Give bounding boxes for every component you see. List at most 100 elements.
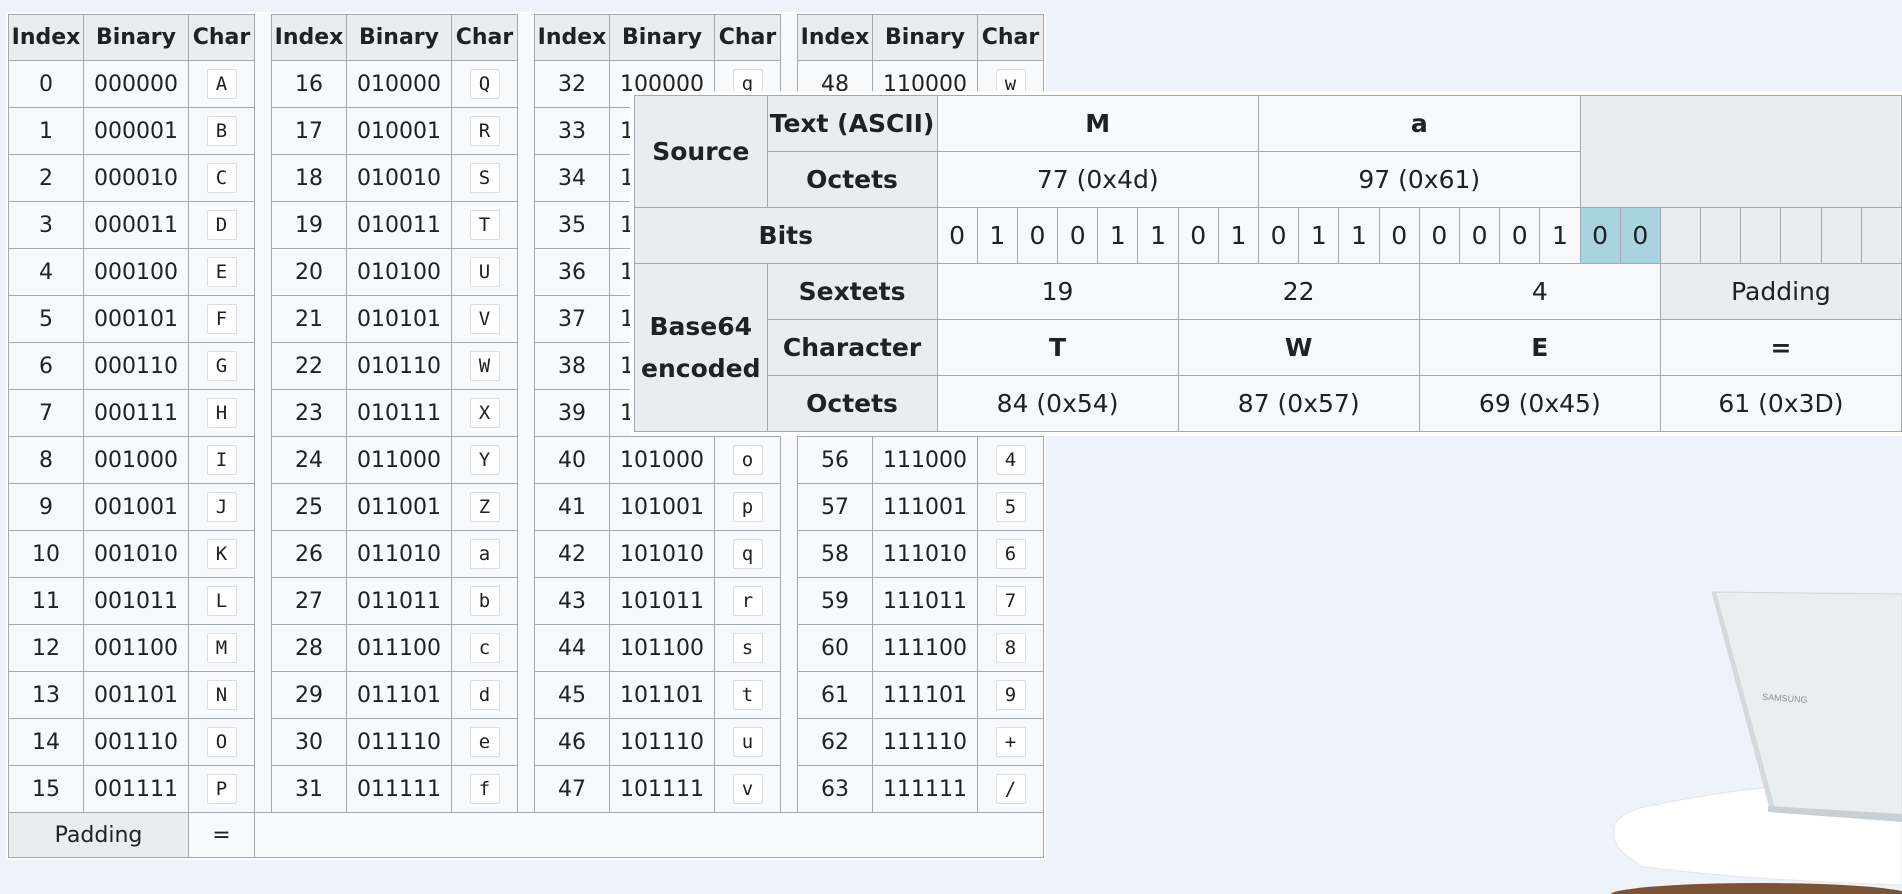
index-cell: 39 bbox=[534, 389, 610, 437]
char-code: q bbox=[732, 539, 763, 569]
bit-cell: 0 bbox=[1177, 207, 1219, 264]
group-gap bbox=[517, 295, 535, 343]
char-code: I bbox=[206, 445, 237, 475]
char-cell: a bbox=[451, 530, 518, 578]
char-code: v bbox=[732, 774, 763, 804]
binary-cell: 011100 bbox=[346, 624, 452, 672]
group-gap bbox=[517, 483, 535, 531]
padding-row-blank bbox=[254, 812, 1044, 858]
binary-cell: 000001 bbox=[83, 107, 189, 155]
binary-cell: 000000 bbox=[83, 60, 189, 108]
char-cell: V bbox=[451, 295, 518, 343]
char-cell: s bbox=[714, 624, 781, 672]
char-code: Q bbox=[469, 69, 500, 99]
char-code: W bbox=[469, 351, 500, 381]
index-cell: 63 bbox=[797, 765, 873, 813]
char-code: L bbox=[206, 586, 237, 616]
index-cell: 3 bbox=[8, 201, 84, 249]
char-cell: N bbox=[188, 671, 255, 719]
source-octets-label: Octets bbox=[766, 151, 938, 208]
sextet-padding: Padding bbox=[1659, 263, 1902, 320]
char-code: M bbox=[206, 633, 237, 663]
group-gap bbox=[254, 483, 272, 531]
text-ascii-label: Text (ASCII) bbox=[766, 95, 938, 152]
table-row: 9 001001 J 25 011001 Z 41 101001 p 57 111001 5 bbox=[8, 483, 1044, 531]
char-cell: C bbox=[188, 154, 255, 202]
binary-cell: 010101 bbox=[346, 295, 452, 343]
binary-cell: 011010 bbox=[346, 530, 452, 578]
char-cell: Z bbox=[451, 483, 518, 531]
index-cell: 31 bbox=[271, 765, 347, 813]
index-cell: 42 bbox=[534, 530, 610, 578]
binary-cell: 111010 bbox=[872, 530, 978, 578]
char-cell: H bbox=[188, 389, 255, 437]
char-cell: S bbox=[451, 154, 518, 202]
binary-cell: 011101 bbox=[346, 671, 452, 719]
char-code: c bbox=[469, 633, 500, 663]
char-code: u bbox=[732, 727, 763, 757]
char-code: o bbox=[732, 445, 763, 475]
index-cell: 19 bbox=[271, 201, 347, 249]
group-gap bbox=[254, 295, 272, 343]
binary-cell: 000100 bbox=[83, 248, 189, 296]
group-gap bbox=[517, 765, 535, 813]
char-code: K bbox=[206, 539, 237, 569]
char-cell: E bbox=[188, 248, 255, 296]
char-code: 5 bbox=[995, 492, 1026, 522]
char-code: 9 bbox=[995, 680, 1026, 710]
binary-cell: 001110 bbox=[83, 718, 189, 766]
bit-cell: 1 bbox=[1217, 207, 1260, 264]
char-code: 4 bbox=[995, 445, 1026, 475]
char-cell: d bbox=[451, 671, 518, 719]
group-gap bbox=[780, 624, 798, 672]
bits-row: Bits 010011010110000100 bbox=[634, 207, 1902, 264]
index-table-header-row: Index Binary Char Index Binary Char Index Binar… bbox=[8, 14, 1044, 61]
bit-cell: 1 bbox=[1097, 207, 1139, 264]
sextets-row: Base64 encoded Sextets 19 22 4 Padding bbox=[634, 263, 1902, 432]
index-cell: 34 bbox=[534, 154, 610, 202]
char-cell: 9 bbox=[977, 671, 1044, 719]
char-cell: P bbox=[188, 765, 255, 813]
char-cell: L bbox=[188, 577, 255, 625]
header-char: Char bbox=[977, 14, 1044, 61]
index-table-padding-row: Padding = bbox=[8, 812, 1044, 858]
group-gap bbox=[517, 436, 535, 484]
char-cell: F bbox=[188, 295, 255, 343]
source-blank bbox=[1579, 95, 1902, 208]
group-gap bbox=[254, 671, 272, 719]
encoded-octet-3: 69 (0x45) bbox=[1418, 375, 1661, 432]
group-gap bbox=[254, 530, 272, 578]
bit-cell: 1 bbox=[1298, 207, 1340, 264]
bit-cell: 0 bbox=[1579, 207, 1621, 264]
index-cell: 27 bbox=[271, 577, 347, 625]
group-gap bbox=[780, 718, 798, 766]
group-gap bbox=[254, 107, 272, 155]
bit-cell bbox=[1780, 207, 1822, 264]
index-cell: 2 bbox=[8, 154, 84, 202]
index-cell: 11 bbox=[8, 577, 84, 625]
binary-cell: 101101 bbox=[609, 671, 715, 719]
base64-encoded-heading: Base64 encoded bbox=[634, 263, 768, 432]
group-gap bbox=[517, 577, 535, 625]
index-cell: 6 bbox=[8, 342, 84, 390]
index-cell: 17 bbox=[271, 107, 347, 155]
char-code: J bbox=[206, 492, 237, 522]
group-gap bbox=[780, 577, 798, 625]
char-code: r bbox=[732, 586, 763, 616]
char-cell: B bbox=[188, 107, 255, 155]
char-cell: 6 bbox=[977, 530, 1044, 578]
char-code: T bbox=[469, 210, 500, 240]
header-binary: Binary bbox=[872, 14, 978, 61]
group-gap bbox=[780, 436, 798, 484]
table-row: 14 001110 O 30 011110 e 46 101110 u 62 111110 + bbox=[8, 718, 1044, 766]
char-cell: / bbox=[977, 765, 1044, 813]
char-cell: T bbox=[451, 201, 518, 249]
bit-cell bbox=[1860, 207, 1902, 264]
index-cell: 15 bbox=[8, 765, 84, 813]
sextets-label: Sextets bbox=[766, 263, 938, 320]
char-cell: p bbox=[714, 483, 781, 531]
char-code: C bbox=[206, 163, 237, 193]
char-code: H bbox=[206, 398, 237, 428]
index-cell: 5 bbox=[8, 295, 84, 343]
group-gap bbox=[517, 248, 535, 296]
